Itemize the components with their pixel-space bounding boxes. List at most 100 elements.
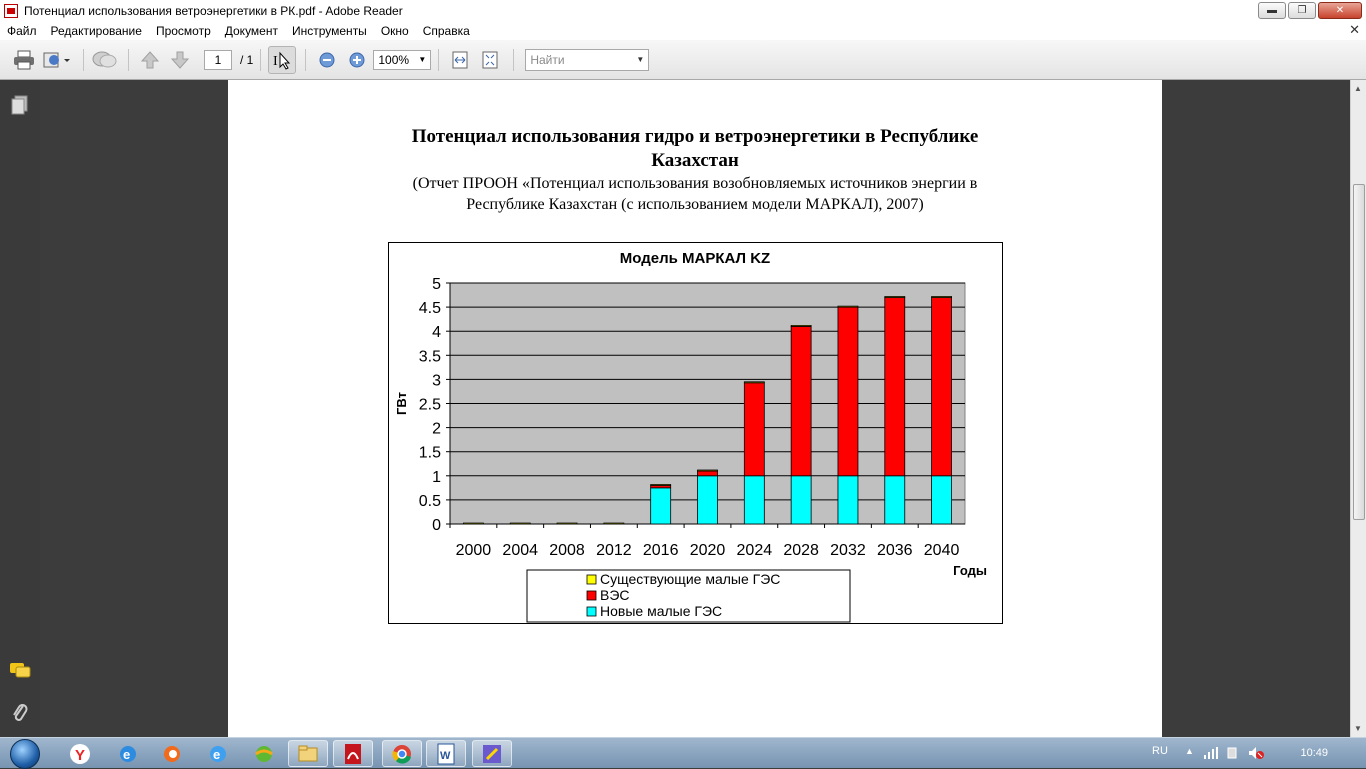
menu-document[interactable]: Документ — [218, 24, 285, 38]
adobe-reader-icon — [345, 743, 361, 764]
svg-text:e: e — [123, 747, 130, 762]
zoom-level-value: 100% — [378, 52, 410, 67]
comments-panel-button[interactable] — [9, 660, 31, 682]
legend-swatch — [586, 590, 597, 601]
taskbar-chrome[interactable] — [382, 740, 422, 767]
taskbar-ie[interactable]: e — [108, 740, 148, 767]
taskbar-ie2[interactable]: e — [198, 740, 238, 767]
volume-muted-icon[interactable] — [1248, 746, 1264, 760]
internet-explorer-icon: e — [120, 745, 136, 762]
toolbar-separator — [513, 48, 515, 71]
taskbar-adobe-reader[interactable] — [333, 740, 373, 767]
bar-segment — [650, 484, 672, 486]
fit-window-icon — [482, 51, 498, 68]
comment-bubble-button[interactable] — [91, 46, 119, 74]
x-axis-label: Годы — [953, 563, 987, 578]
language-indicator[interactable]: RU — [1152, 745, 1168, 757]
zoom-level-select[interactable]: 100% ▼ — [373, 49, 432, 70]
page-number-input[interactable]: 1 — [204, 49, 232, 70]
bar-segment — [790, 475, 812, 525]
full-screen-button[interactable] — [476, 46, 504, 74]
previous-page-button[interactable] — [136, 46, 164, 74]
next-page-button[interactable] — [166, 46, 194, 74]
toolbar-separator — [83, 48, 84, 71]
y-tick-label: 2 — [432, 421, 441, 438]
find-input[interactable]: Найти ▼ — [525, 48, 650, 71]
menu-file[interactable]: Файл — [0, 24, 44, 38]
x-tick-label: 2036 — [877, 542, 913, 559]
clock-time[interactable]: 10:49 — [1300, 747, 1328, 759]
bar-segment — [884, 297, 906, 477]
scroll-down-icon[interactable]: ▼ — [1354, 724, 1362, 733]
share-review-icon — [43, 52, 70, 67]
document-title-line2: Казахстан — [651, 150, 739, 171]
internet-explorer-icon: e — [210, 745, 226, 762]
bar-segment — [931, 475, 952, 525]
taskbar-yandex[interactable]: Y — [60, 740, 100, 767]
x-tick-label: 2000 — [456, 542, 492, 559]
fit-width-icon — [452, 51, 468, 68]
collaborate-button[interactable] — [40, 46, 74, 74]
menu-window[interactable]: Окно — [374, 24, 416, 38]
document-title-line1: Потенциал использования гидро и ветроэне… — [411, 126, 979, 147]
y-tick-label: 2.5 — [419, 397, 441, 414]
y-tick-label: 5 — [432, 276, 441, 293]
bar-segment — [556, 522, 578, 525]
svg-text:I: I — [273, 54, 278, 69]
fit-page-button[interactable] — [446, 46, 474, 74]
taskbar-app2[interactable] — [472, 740, 512, 767]
usb-device-icon[interactable] — [1226, 746, 1238, 760]
attachments-panel-button[interactable] — [9, 702, 31, 724]
paint-app-icon — [483, 744, 501, 763]
bar-segment — [790, 325, 812, 327]
pages-panel-button[interactable] — [9, 94, 31, 116]
bar-segment — [837, 306, 859, 477]
zoom-out-button[interactable] — [313, 46, 341, 74]
x-tick-label: 2032 — [830, 542, 866, 559]
y-tick-label: 1.5 — [419, 445, 441, 462]
bar-segment — [509, 522, 531, 525]
taskbar-word[interactable]: W — [426, 740, 466, 767]
bar-segment — [697, 475, 718, 525]
scrollbar-thumb[interactable] — [1353, 184, 1365, 520]
bar-segment — [603, 522, 625, 525]
taskbar-explorer[interactable] — [288, 740, 328, 767]
menu-help[interactable]: Справка — [416, 24, 477, 38]
legend-label: Существующие малые ГЭС — [600, 571, 780, 587]
print-button[interactable] — [10, 46, 38, 74]
printer-icon — [14, 50, 34, 69]
chrome-icon — [392, 744, 411, 764]
menu-view[interactable]: Просмотр — [149, 24, 218, 38]
taskbar-opera[interactable] — [152, 740, 192, 767]
show-hidden-icons-icon[interactable]: ▲ — [1185, 746, 1194, 756]
x-tick-label: 2024 — [737, 542, 773, 559]
scroll-up-icon[interactable]: ▲ — [1354, 84, 1362, 93]
menu-bar: Файл Редактирование Просмотр Документ Ин… — [0, 21, 1366, 40]
start-button[interactable] — [6, 738, 44, 769]
folder-icon — [298, 745, 318, 761]
orb-app-icon — [255, 745, 273, 762]
bar-segment — [697, 469, 718, 472]
menu-tools[interactable]: Инструменты — [285, 24, 374, 38]
browser-swirl-icon — [164, 745, 180, 762]
toolbar-separator — [305, 48, 307, 71]
zoom-in-button[interactable] — [343, 46, 371, 74]
network-signal-icon[interactable] — [1204, 747, 1218, 759]
bar-segment — [743, 381, 765, 384]
bar-segment — [884, 475, 906, 525]
taskbar-app[interactable] — [244, 740, 284, 767]
word-document-icon: W — [437, 743, 455, 764]
document-close-button[interactable]: ✕ — [1349, 22, 1360, 38]
minimize-button[interactable]: ▬ — [1258, 2, 1286, 19]
svg-text:e: e — [213, 747, 220, 762]
menu-edit[interactable]: Редактирование — [44, 24, 149, 38]
yandex-browser-icon: Y — [70, 743, 90, 764]
chevron-down-icon: ▼ — [636, 55, 645, 64]
comments-icon — [10, 663, 31, 678]
vertical-scrollbar[interactable]: ▲ ▼ — [1350, 80, 1366, 737]
toolbar-separator — [438, 48, 440, 71]
select-text-tool-button[interactable]: I — [268, 45, 297, 74]
arrow-up-icon — [140, 50, 160, 68]
close-button[interactable]: ✕ — [1318, 2, 1362, 19]
maximize-button[interactable]: ❐ — [1288, 2, 1316, 19]
